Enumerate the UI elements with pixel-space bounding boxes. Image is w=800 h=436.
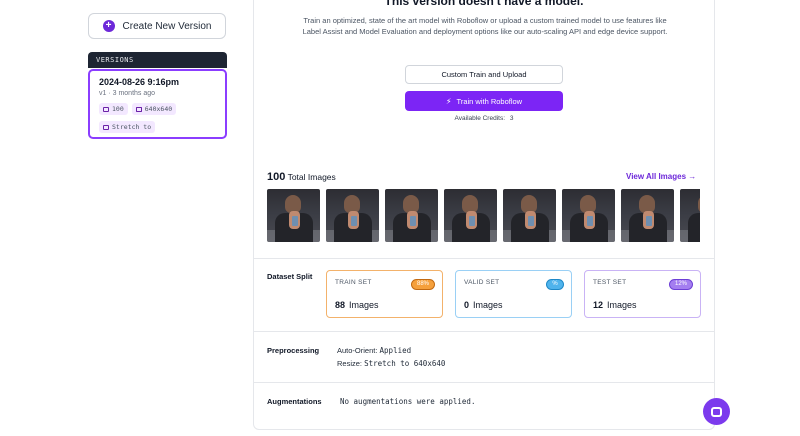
augmentations-label: Augmentations xyxy=(267,397,322,406)
train-set-count: 88 Images xyxy=(335,300,379,310)
resize-row: Resize: Stretch to 640x640 xyxy=(337,359,445,368)
train-set-percent-badge: 88% xyxy=(410,279,435,290)
image-thumbnail[interactable] xyxy=(621,189,674,242)
auto-orient-row: Auto-Orient: Applied xyxy=(337,346,411,355)
image-thumbnail[interactable] xyxy=(562,189,615,242)
available-credits: Available Credits: 3 xyxy=(405,115,563,122)
total-images-count: 100 xyxy=(267,171,286,183)
valid-set-percent-badge: % xyxy=(546,279,564,290)
test-set-card: TEST SET 12% 12 Images xyxy=(584,270,701,318)
stretch-chip: Stretch to xyxy=(99,121,156,133)
support-chat-button[interactable] xyxy=(703,398,730,425)
train-with-roboflow-label: Train with Roboflow xyxy=(456,96,523,106)
chat-icon xyxy=(711,406,722,417)
version-subtitle: v1 · 3 months ago xyxy=(99,90,156,97)
auto-orient-value: Applied xyxy=(379,346,412,355)
train-description: Train an optimized, state of the art mod… xyxy=(302,16,668,36)
resize-frame-icon xyxy=(135,106,142,112)
total-images-label: Total Images xyxy=(287,172,336,182)
preprocessing-label: Preprocessing xyxy=(267,346,320,355)
versions-heading: VERSIONS xyxy=(88,52,227,68)
image-count-chip: 100 xyxy=(99,103,128,115)
dataset-split-label: Dataset Split xyxy=(267,272,313,281)
no-model-title: This version doesn't have a model. xyxy=(384,0,584,8)
version-card[interactable]: 2024-08-26 9:16pm v1 · 3 months ago 100 … xyxy=(88,69,227,139)
total-images: 100 Total Images xyxy=(267,171,336,183)
size-value: 640x640 xyxy=(144,105,173,113)
image-thumbnail[interactable] xyxy=(267,189,320,242)
test-set-percent-badge: 12% xyxy=(668,279,693,290)
image-thumbnail[interactable] xyxy=(385,189,438,242)
image-thumbnail[interactable] xyxy=(326,189,379,242)
image-count-value: 100 xyxy=(112,105,124,113)
create-new-version-button[interactable]: + Create New Version xyxy=(88,13,226,39)
create-new-version-label: Create New Version xyxy=(122,20,212,32)
train-with-roboflow-button[interactable]: ⚡︎ Train with Roboflow xyxy=(405,91,563,111)
image-thumbnail[interactable] xyxy=(503,189,556,242)
image-thumbnail[interactable] xyxy=(680,189,700,242)
test-set-count: 12 Images xyxy=(593,300,637,310)
credits-label: Available Credits: xyxy=(454,115,506,122)
stretch-value: Stretch to xyxy=(112,123,152,131)
valid-set-count: 0 Images xyxy=(464,300,503,310)
image-thumbnail[interactable] xyxy=(444,189,497,242)
stretch-icon xyxy=(103,124,109,130)
version-date: 2024-08-26 9:16pm xyxy=(99,77,180,87)
auto-orient-key: Auto-Orient: xyxy=(337,346,378,355)
view-all-images-link[interactable]: View All Images → xyxy=(626,172,696,181)
resize-key: Resize: xyxy=(337,359,363,368)
divider xyxy=(254,258,714,259)
valid-set-card: VALID SET % 0 Images xyxy=(455,270,572,318)
lightning-icon: ⚡︎ xyxy=(445,96,452,106)
augmentations-value: No augmentations were applied. xyxy=(340,397,476,406)
custom-train-upload-button[interactable]: Custom Train and Upload xyxy=(405,65,563,84)
image-icon xyxy=(103,106,109,112)
divider xyxy=(254,331,714,332)
resize-value: Stretch to 640x640 xyxy=(364,359,446,368)
size-chip: 640x640 xyxy=(131,103,177,115)
train-set-card: TRAIN SET 88% 88 Images xyxy=(326,270,443,318)
divider xyxy=(254,382,714,383)
credits-value: 3 xyxy=(509,115,514,122)
plus-icon: + xyxy=(102,20,115,32)
image-thumbnails xyxy=(267,189,700,242)
